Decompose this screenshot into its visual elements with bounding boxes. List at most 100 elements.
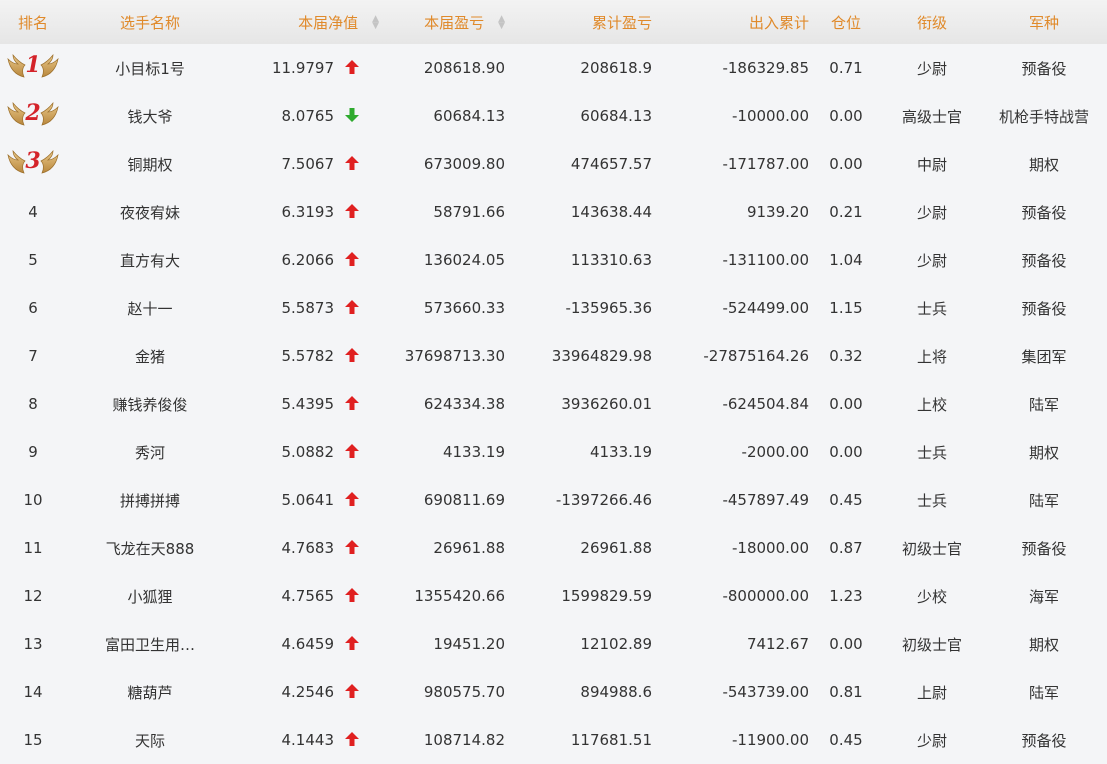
trend-cell	[334, 140, 379, 188]
cum-value: 3936260.01	[561, 395, 652, 413]
trend-cell	[334, 620, 379, 668]
position-value: 1.23	[829, 587, 863, 605]
table-row[interactable]: 14 糖葫芦 4.2546 980575.70 894988.6 -543739.00 0.…	[0, 668, 1107, 716]
player-name[interactable]: 秀河	[66, 428, 234, 476]
header-cum[interactable]: 累计盈亏	[505, 0, 652, 44]
player-name[interactable]: 小狐狸	[66, 572, 234, 620]
flow-value: 9139.20	[746, 203, 809, 221]
sort-icon[interactable]: ▲ ▼	[498, 15, 505, 31]
header-nav[interactable]: 本届净值 ▲ ▼	[234, 0, 379, 44]
trend-cell	[334, 332, 379, 380]
player-name[interactable]: 拼搏拼搏	[66, 476, 234, 524]
pnl-value: 108714.82	[423, 731, 505, 749]
position-value: 0.87	[829, 539, 863, 557]
arm-value: 陆军	[1028, 683, 1059, 702]
arm-value: 预备役	[1021, 731, 1067, 750]
rank-cell: 1	[0, 44, 66, 92]
table-row[interactable]: 11 飞龙在天888 4.7683 26961.88 26961.88 -18000.00…	[0, 524, 1107, 572]
player-name[interactable]: 赚钱养俊俊	[66, 380, 234, 428]
nav-value: 8.0765	[281, 107, 335, 125]
cum-value: 113310.63	[570, 251, 652, 269]
header-pnl[interactable]: 本届盈亏 ▲ ▼	[379, 0, 505, 44]
player-name[interactable]: 直方有大	[66, 236, 234, 284]
player-name[interactable]: 赵十一	[66, 284, 234, 332]
pnl-value: 624334.38	[423, 395, 505, 413]
trend-cell	[334, 668, 379, 716]
up-arrow-icon	[344, 204, 360, 218]
player-name[interactable]: 富田卫生用…	[66, 620, 234, 668]
position-value: 0.21	[829, 203, 863, 221]
table-row[interactable]: 3 铜期权 7.5067 673009.80 474657.57 -171787.00 0.…	[0, 140, 1107, 188]
table-row[interactable]: 5 直方有大 6.2066 136024.05 113310.63 -131100.00 1…	[0, 236, 1107, 284]
arm-value: 预备役	[1021, 299, 1067, 318]
grade-value: 初级士官	[901, 539, 962, 558]
trend-cell	[334, 92, 379, 140]
table-row[interactable]: 12 小狐狸 4.7565 1355420.66 1599829.59 -800000.0…	[0, 572, 1107, 620]
arm-value: 期权	[1028, 635, 1059, 654]
cum-value: 143638.44	[570, 203, 652, 221]
rank-cell: 14	[23, 683, 43, 701]
sort-icon[interactable]: ▲ ▼	[372, 15, 379, 31]
pnl-value: 60684.13	[433, 107, 505, 125]
position-value: 0.00	[829, 155, 863, 173]
nav-value: 5.0641	[281, 491, 335, 509]
player-name[interactable]: 天际	[66, 716, 234, 764]
trend-cell	[334, 572, 379, 620]
header-rank: 排名	[17, 13, 48, 32]
player-name[interactable]: 小目标1号	[66, 44, 234, 92]
arm-value: 陆军	[1028, 491, 1059, 510]
nav-value: 11.9797	[271, 59, 334, 77]
nav-value: 4.7565	[281, 587, 335, 605]
grade-value: 少尉	[916, 251, 947, 270]
trend-cell	[334, 428, 379, 476]
position-value: 0.00	[829, 395, 863, 413]
flow-value: -800000.00	[722, 587, 809, 605]
rank-cell: 15	[23, 731, 43, 749]
trend-cell	[334, 476, 379, 524]
table-row[interactable]: 9 秀河 5.0882 4133.19 4133.19 -2000.00 0.00 士兵 期权	[0, 428, 1107, 476]
position-value: 0.81	[829, 683, 863, 701]
table-row[interactable]: 7 金猪 5.5782 37698713.30 33964829.98 -27875164…	[0, 332, 1107, 380]
arm-value: 预备役	[1021, 539, 1067, 558]
table-row[interactable]: 2 钱大爷 8.0765 60684.13 60684.13 -10000.00 0.00 高…	[0, 92, 1107, 140]
cum-value: 117681.51	[570, 731, 652, 749]
cum-value: -135965.36	[565, 299, 652, 317]
player-name[interactable]: 铜期权	[66, 140, 234, 188]
table-row[interactable]: 1 小目标1号 11.9797 208618.90 208618.9 -186329.85…	[0, 44, 1107, 92]
table-row[interactable]: 8 赚钱养俊俊 5.4395 624334.38 3936260.01 -624504.8…	[0, 380, 1107, 428]
arm-value: 集团军	[1021, 347, 1067, 366]
table-row[interactable]: 4 夜夜宥妹 6.3193 58791.66 143638.44 9139.20 0.21 少…	[0, 188, 1107, 236]
position-value: 0.45	[829, 731, 863, 749]
position-value: 0.00	[829, 443, 863, 461]
pnl-value: 673009.80	[423, 155, 505, 173]
grade-value: 高级士官	[901, 107, 962, 126]
player-name[interactable]: 糖葫芦	[66, 668, 234, 716]
table-row[interactable]: 10 拼搏拼搏 5.0641 690811.69 -1397266.46 -457897.…	[0, 476, 1107, 524]
table-row[interactable]: 15 天际 4.1443 108714.82 117681.51 -11900.00 0.4…	[0, 716, 1107, 764]
flow-value: -524499.00	[722, 299, 809, 317]
trend-cell	[334, 716, 379, 764]
flow-value: -171787.00	[722, 155, 809, 173]
player-name[interactable]: 钱大爷	[66, 92, 234, 140]
up-arrow-icon	[344, 732, 360, 746]
trend-cell	[334, 380, 379, 428]
flow-value: -18000.00	[732, 539, 809, 557]
player-name[interactable]: 飞龙在天888	[66, 524, 234, 572]
arm-value: 海军	[1028, 587, 1059, 606]
table-row[interactable]: 13 富田卫生用… 4.6459 19451.20 12102.89 7412.67 0.0…	[0, 620, 1107, 668]
cum-value: 60684.13	[580, 107, 652, 125]
header-nav-label: 本届净值	[298, 13, 359, 32]
table-row[interactable]: 6 赵十一 5.5873 573660.33 -135965.36 -524499.00 1…	[0, 284, 1107, 332]
grade-value: 初级士官	[901, 635, 962, 654]
player-name[interactable]: 金猪	[66, 332, 234, 380]
grade-value: 少尉	[916, 59, 947, 78]
cum-value: 894988.6	[580, 683, 652, 701]
grade-value: 士兵	[916, 443, 947, 462]
medal-rank-number: 2	[25, 100, 41, 126]
nav-value: 6.3193	[281, 203, 335, 221]
player-name[interactable]: 夜夜宥妹	[66, 188, 234, 236]
grade-value: 士兵	[916, 491, 947, 510]
nav-value: 5.4395	[281, 395, 335, 413]
nav-value: 4.7683	[281, 539, 335, 557]
position-value: 0.00	[829, 107, 863, 125]
